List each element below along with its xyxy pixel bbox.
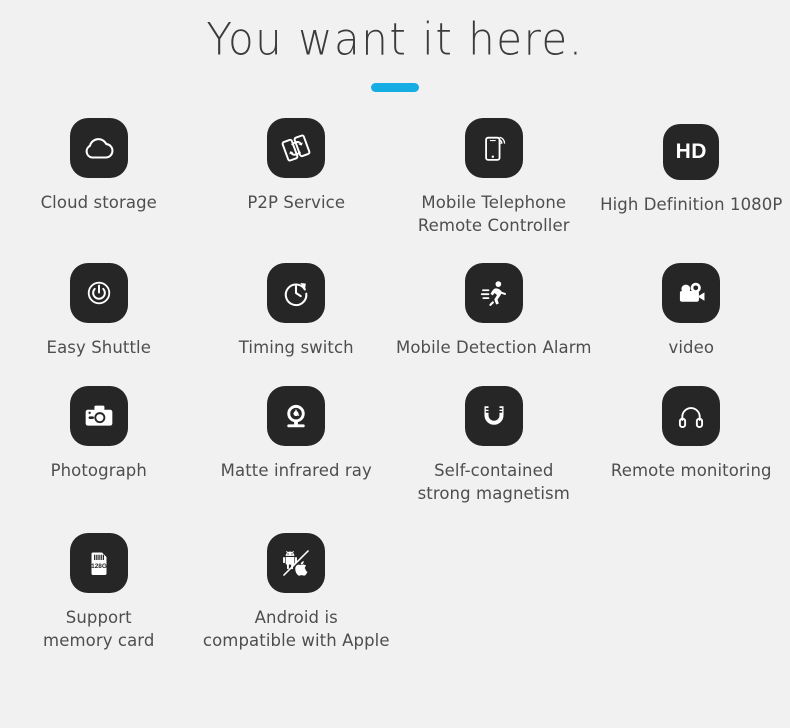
video-camera-icon [662, 263, 721, 323]
feature-item-easy-shuttle[interactable]: Easy Shuttle [0, 237, 198, 359]
hd-badge-text: HD [675, 140, 707, 163]
feature-label: P2P Service [247, 193, 346, 212]
feature-item-high-definition[interactable]: HD High Definition 1080P [593, 118, 790, 237]
feature-item-memory-card[interactable]: 128G Support memory card [0, 505, 198, 652]
page-header: You want it here. [0, 0, 790, 92]
feature-label: Photograph [50, 461, 147, 480]
feature-item-matte-infrared-ray[interactable]: Matte infrared ray [198, 359, 396, 505]
feature-item-strong-magnetism[interactable]: Self-contained strong magnetism [395, 359, 593, 505]
grid-spacer [593, 505, 790, 533]
accent-divider [371, 82, 419, 92]
feature-row: Photograph Matte infrared ray Self-conta… [0, 359, 790, 505]
magnet-icon [464, 386, 523, 446]
memory-card-capacity-text: 128G [91, 563, 107, 570]
feature-label: Android is compatible with Apple [202, 608, 390, 650]
feature-item-timing-switch[interactable]: Timing switch [198, 237, 396, 359]
cloud-icon [69, 118, 128, 178]
webcam-icon [267, 386, 326, 446]
feature-label: Easy Shuttle [46, 338, 151, 357]
feature-item-mobile-remote-controller[interactable]: Mobile Telephone Remote Controller [395, 118, 593, 237]
feature-label: Matte infrared ray [220, 461, 372, 480]
feature-label: Self-contained strong magnetism [417, 461, 570, 503]
android-apple-icon [267, 533, 326, 593]
feature-label: Timing switch [238, 338, 354, 357]
feature-row: Cloud storage P2P Service Mobile Telepho… [0, 118, 790, 237]
feature-item-motion-detection-alarm[interactable]: Mobile Detection Alarm [395, 237, 593, 359]
headphones-icon [662, 386, 721, 446]
feature-label: video [668, 338, 715, 357]
mobile-phone-wifi-icon [464, 118, 523, 178]
clock-timer-icon [267, 263, 326, 323]
running-person-icon [464, 263, 523, 323]
feature-label: Support memory card [43, 608, 155, 650]
feature-label: Cloud storage [40, 193, 157, 212]
feature-item-photograph[interactable]: Photograph [0, 359, 198, 505]
feature-label: High Definition 1080P [600, 195, 783, 214]
grid-spacer [395, 505, 593, 533]
p2p-transfer-icon [267, 118, 326, 178]
page-title: You want it here. [206, 13, 584, 66]
hd-badge-icon: HD [663, 124, 720, 180]
feature-label: Remote monitoring [610, 461, 772, 480]
feature-item-cloud-storage[interactable]: Cloud storage [0, 118, 198, 237]
feature-label: Mobile Telephone Remote Controller [417, 193, 570, 235]
power-button-icon [69, 263, 128, 323]
feature-item-p2p-service[interactable]: P2P Service [198, 118, 396, 237]
photo-camera-icon [69, 386, 128, 446]
feature-item-remote-monitoring[interactable]: Remote monitoring [593, 359, 790, 505]
feature-item-video[interactable]: video [593, 237, 790, 359]
feature-item-android-apple-compatible[interactable]: Android is compatible with Apple [198, 505, 396, 652]
feature-grid: Cloud storage P2P Service Mobile Telepho… [0, 118, 790, 652]
feature-row: 128G Support memory card Android is comp… [0, 505, 790, 652]
feature-row: Easy Shuttle Timing switch Mobile Detect… [0, 237, 790, 359]
memory-card-icon: 128G [69, 533, 128, 593]
feature-label: Mobile Detection Alarm [395, 338, 592, 357]
